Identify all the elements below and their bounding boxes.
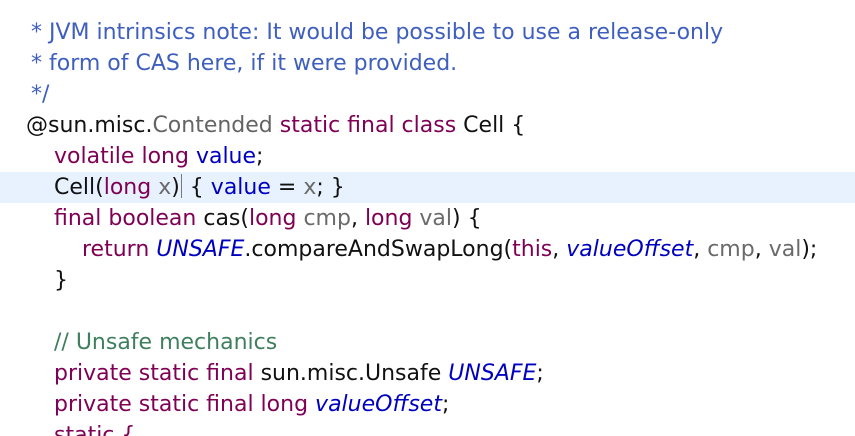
class-modifiers: static final class xyxy=(272,113,464,138)
semicolon: ; xyxy=(256,144,264,169)
doc-comment-text: */ xyxy=(24,82,50,107)
method-open: ) { xyxy=(452,206,482,231)
field-declaration: volatile long value; xyxy=(54,141,263,172)
statement-end: ; } xyxy=(316,175,345,200)
code-line-close-brace: } xyxy=(0,265,855,296)
static-field-ref: UNSAFE xyxy=(156,237,245,262)
field-modifiers: volatile long xyxy=(54,144,196,169)
brace-close: } xyxy=(54,268,68,293)
field-declaration: private static final sun.misc.Unsafe UNS… xyxy=(54,358,544,389)
annotation-package: sun.misc. xyxy=(48,113,153,138)
text-caret xyxy=(180,174,182,198)
code-line-doc-1: * JVM intrinsics note: It would be possi… xyxy=(0,17,855,48)
field-modifiers: private static final long xyxy=(54,392,316,417)
code-line-field-value: volatile long value; xyxy=(0,141,855,172)
code-line-doc-end: */ xyxy=(0,79,855,110)
static-field-name: UNSAFE xyxy=(448,361,537,386)
method-declaration: final boolean cas(long cmp, long val) { xyxy=(54,203,482,234)
code-line-unsafe-field: private static final sun.misc.Unsafe UNS… xyxy=(0,358,855,389)
comma: , xyxy=(350,206,365,231)
code-line-comment: // Unsafe mechanics xyxy=(0,327,855,358)
method-name: cas( xyxy=(203,206,249,231)
arg-ref: cmp xyxy=(707,237,755,262)
arg-ref: val xyxy=(768,237,802,262)
comma: , xyxy=(693,237,708,262)
code-line-doc-2: * form of CAS here, if it were provided. xyxy=(0,48,855,79)
code-line-return: return UNSAFE.compareAndSwapLong(this, v… xyxy=(0,234,855,265)
assign-op: = xyxy=(270,175,304,200)
code-line-offset-field: private static final long valueOffset; xyxy=(0,389,855,420)
constructor: Cell(long x) { value = x; } xyxy=(54,172,345,203)
static-field-ref: valueOffset xyxy=(566,237,694,262)
class-name: Cell { xyxy=(463,113,526,138)
code-line-static-block: static { xyxy=(0,420,855,436)
comma: , xyxy=(552,237,567,262)
param-name: x xyxy=(151,175,172,200)
brace-open: { xyxy=(182,175,204,200)
constructor-name: Cell( xyxy=(54,175,104,200)
param-type: long xyxy=(103,175,152,200)
method-modifiers: final boolean xyxy=(54,206,204,231)
code-line-doc-start: * xyxy=(0,0,855,15)
field-modifiers: private static final xyxy=(54,361,261,386)
field-name: value xyxy=(195,144,257,169)
static-block: static { xyxy=(54,423,136,436)
field-declaration: private static final long valueOffset; xyxy=(54,389,449,420)
param-ref: x xyxy=(303,175,317,200)
field-ref: value xyxy=(203,175,271,200)
annotation-name: Contended xyxy=(152,113,273,138)
field-type: sun.misc.Unsafe xyxy=(260,361,449,386)
code-line-cas-method: final boolean cas(long cmp, long val) { xyxy=(0,203,855,234)
this-keyword: this xyxy=(512,237,553,262)
doc-comment-text: * JVM intrinsics note: It would be possi… xyxy=(24,20,724,45)
annotation-at: @ xyxy=(26,113,48,138)
semicolon: ; xyxy=(536,361,544,386)
statement-end: ); xyxy=(801,237,818,262)
param-name: cmp xyxy=(296,206,351,231)
param-name: val xyxy=(412,206,453,231)
class-declaration: @sun.misc.Contended static final class C… xyxy=(26,110,525,141)
semicolon: ; xyxy=(441,392,450,417)
return-statement: return UNSAFE.compareAndSwapLong(this, v… xyxy=(82,234,817,265)
doc-comment-text: * xyxy=(36,0,47,15)
paren-close: ) xyxy=(171,175,180,200)
param-type: long xyxy=(364,206,413,231)
code-line-class-decl: @sun.misc.Contended static final class C… xyxy=(0,110,855,141)
static-field-name: valueOffset xyxy=(315,392,442,417)
return-keyword: return xyxy=(82,237,157,262)
method-call: .compareAndSwapLong( xyxy=(244,237,513,262)
param-type: long xyxy=(248,206,297,231)
line-comment: // Unsafe mechanics xyxy=(54,330,278,355)
doc-comment-text: * form of CAS here, if it were provided. xyxy=(24,51,458,76)
code-editor[interactable]: * * JVM intrinsics note: It would be pos… xyxy=(0,0,855,436)
code-line-constructor: Cell(long x) { value = x; } xyxy=(0,172,855,203)
comma: , xyxy=(754,237,769,262)
